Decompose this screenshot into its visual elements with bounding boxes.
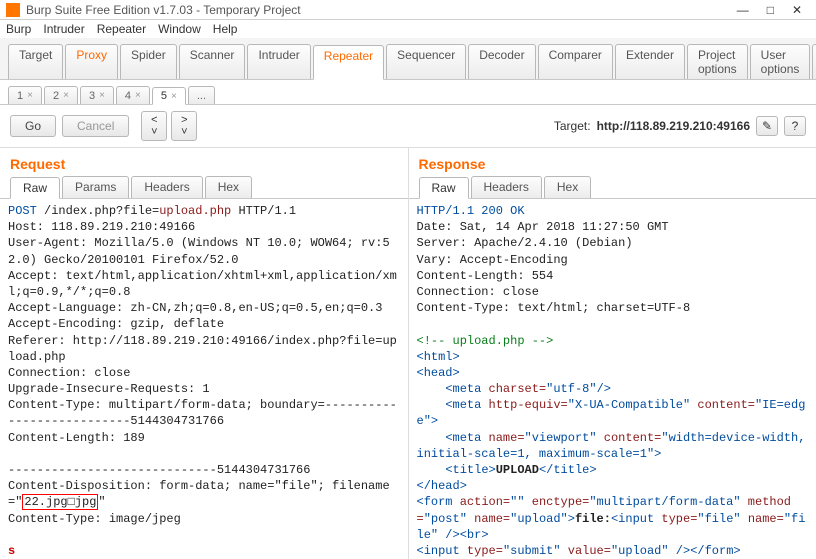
request-tab-headers[interactable]: Headers xyxy=(131,176,202,198)
next-button[interactable]: > ˅ xyxy=(171,111,197,141)
go-button[interactable]: Go xyxy=(10,115,56,137)
target-value: http://118.89.219.210:49166 xyxy=(597,119,750,133)
request-raw-editor[interactable]: POST /index.php?file=upload.php HTTP/1.1… xyxy=(0,199,408,559)
close-tab-icon[interactable]: × xyxy=(171,91,177,102)
main-tabs: Target Proxy Spider Scanner Intruder Rep… xyxy=(8,44,808,79)
tab-intruder[interactable]: Intruder xyxy=(247,44,310,79)
request-tab-params[interactable]: Params xyxy=(62,176,129,198)
menu-bar: Burp Intruder Repeater Window Help xyxy=(0,20,816,38)
tab-sequencer[interactable]: Sequencer xyxy=(386,44,466,79)
minimize-icon[interactable]: — xyxy=(737,3,749,17)
subtab-5[interactable]: 5× xyxy=(152,87,186,105)
title-bar: Burp Suite Free Edition v1.7.03 - Tempor… xyxy=(0,0,816,20)
menu-burp[interactable]: Burp xyxy=(6,22,31,36)
subtab-3[interactable]: 3× xyxy=(80,86,114,104)
request-tabs: Raw Params Headers Hex xyxy=(0,176,408,199)
subtab-more[interactable]: ... xyxy=(188,86,215,104)
tab-proxy[interactable]: Proxy xyxy=(65,44,118,79)
window-title: Burp Suite Free Edition v1.7.03 - Tempor… xyxy=(26,3,737,17)
request-title: Request xyxy=(0,148,408,176)
tab-extender[interactable]: Extender xyxy=(615,44,685,79)
response-tab-hex[interactable]: Hex xyxy=(544,176,591,198)
menu-repeater[interactable]: Repeater xyxy=(97,22,146,36)
tab-comparer[interactable]: Comparer xyxy=(538,44,613,79)
tab-spider[interactable]: Spider xyxy=(120,44,177,79)
maximize-icon[interactable]: □ xyxy=(767,3,774,17)
response-title: Response xyxy=(409,148,816,176)
tab-repeater[interactable]: Repeater xyxy=(313,45,384,80)
response-tabs: Raw Headers Hex xyxy=(409,176,816,199)
subtab-4[interactable]: 4× xyxy=(116,86,150,104)
prev-button[interactable]: < ˅ xyxy=(141,111,167,141)
menu-intruder[interactable]: Intruder xyxy=(43,22,84,36)
request-tab-hex[interactable]: Hex xyxy=(205,176,252,198)
cancel-button[interactable]: Cancel xyxy=(62,115,129,137)
subtab-1[interactable]: 1× xyxy=(8,86,42,104)
edit-target-icon[interactable]: ✎ xyxy=(756,116,778,136)
tab-alerts[interactable]: Alerts xyxy=(812,44,816,79)
subtab-2[interactable]: 2× xyxy=(44,86,78,104)
close-tab-icon[interactable]: × xyxy=(99,90,105,101)
close-icon[interactable]: ✕ xyxy=(792,3,802,17)
burp-logo-icon xyxy=(6,3,20,17)
response-tab-headers[interactable]: Headers xyxy=(471,176,542,198)
target-label: Target: xyxy=(554,119,591,133)
filename-highlight: 22.jpg□jpg xyxy=(22,494,98,510)
menu-window[interactable]: Window xyxy=(158,22,201,36)
tab-user-options[interactable]: User options xyxy=(750,44,811,79)
close-tab-icon[interactable]: × xyxy=(63,90,69,101)
toolbar: Go Cancel < ˅ > ˅ Target: http://118.89.… xyxy=(0,105,816,148)
tab-scanner[interactable]: Scanner xyxy=(179,44,246,79)
response-panel: Response Raw Headers Hex HTTP/1.1 200 OK… xyxy=(409,148,816,559)
close-tab-icon[interactable]: × xyxy=(135,90,141,101)
menu-help[interactable]: Help xyxy=(213,22,238,36)
request-panel: Request Raw Params Headers Hex POST /ind… xyxy=(0,148,409,559)
tab-target[interactable]: Target xyxy=(8,44,63,79)
response-raw-viewer[interactable]: HTTP/1.1 200 OK Date: Sat, 14 Apr 2018 1… xyxy=(409,199,816,559)
tab-decoder[interactable]: Decoder xyxy=(468,44,535,79)
sub-tabs: 1× 2× 3× 4× 5× ... xyxy=(8,86,808,104)
tab-project-options[interactable]: Project options xyxy=(687,44,748,79)
response-tab-raw[interactable]: Raw xyxy=(419,177,469,199)
close-tab-icon[interactable]: × xyxy=(27,90,33,101)
help-icon[interactable]: ? xyxy=(784,116,806,136)
request-tab-raw[interactable]: Raw xyxy=(10,177,60,199)
